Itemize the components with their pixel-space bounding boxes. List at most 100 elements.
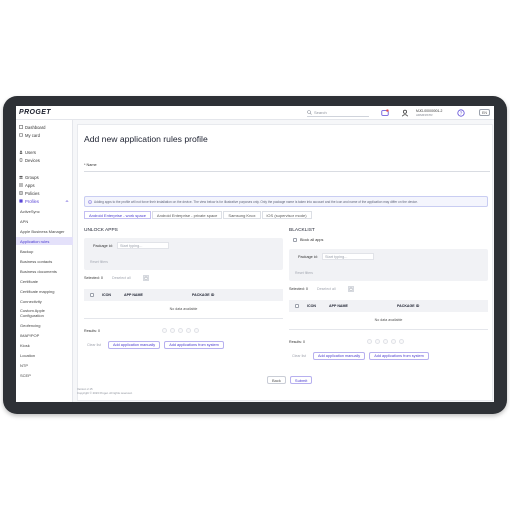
user-role: ADMINISTR <box>416 113 433 117</box>
block-all-apps-row[interactable]: Block all apps <box>293 238 323 242</box>
name-input[interactable] <box>84 171 490 172</box>
help-icon[interactable]: ? <box>457 109 465 117</box>
search-input[interactable]: Search <box>307 109 369 117</box>
blacklist-title: BLACKLIST <box>289 228 315 233</box>
sidebar-subitem-certificate[interactable]: Certificate <box>16 277 73 285</box>
blacklist-table-header: ICON APP NAME PACKAGE ID <box>289 300 488 312</box>
blacklist-col-icon: ICON <box>307 304 316 308</box>
submit-button[interactable]: Submit <box>289 376 313 384</box>
blacklist-selected-count: Selected: 0 <box>289 287 308 291</box>
info-text: Adding apps to the profile will not forc… <box>94 199 418 204</box>
tab-android-private[interactable]: Android Enterprise - private space <box>151 211 223 219</box>
pagination-prev[interactable] <box>375 339 380 344</box>
blacklist-table-divider <box>289 329 488 330</box>
language-select[interactable]: EN <box>479 109 490 116</box>
blacklist-actions: Clear list Add application manually Add … <box>289 352 429 360</box>
sidebar-subitem-kiosk[interactable]: Kiosk <box>16 341 73 349</box>
sidebar-item-label: Policies <box>25 190 40 196</box>
blacklist-select-all-checkbox[interactable] <box>295 304 299 308</box>
unlock-package-id-input[interactable]: Start typing... <box>117 242 169 249</box>
sidebar-subitem-certificate-mapping[interactable]: Certificate mapping <box>16 287 73 295</box>
policies-icon <box>19 191 23 195</box>
sidebar-subitem-application-rules[interactable]: Application rules <box>16 237 73 245</box>
sidebar-subitem-custom-apple-configuration[interactable]: Custom Apple Configuration <box>16 307 56 319</box>
blacklist-package-id-input[interactable]: Start typing... <box>322 253 374 260</box>
notifications-icon[interactable] <box>381 109 389 117</box>
unlock-col-package-id: PACKAGE ID <box>192 293 215 297</box>
unlock-apps-title: UNLOCK APPS <box>84 228 118 233</box>
apps-icon <box>19 183 23 187</box>
sidebar-subitem-business-documents[interactable]: Business documents <box>16 267 73 275</box>
sidebar-item-devices[interactable]: Devices <box>16 156 73 164</box>
block-all-apps-checkbox[interactable] <box>293 238 297 242</box>
devices-icon <box>19 158 23 162</box>
unlock-select-all-checkbox[interactable] <box>90 293 94 297</box>
blacklist-add-manually-button[interactable]: Add application manually <box>312 352 366 360</box>
pagination-page[interactable] <box>178 328 183 333</box>
sidebar-subitem-apple-business-manager[interactable]: Apple Business Manager <box>16 227 73 235</box>
blacklist-clear-list[interactable]: Clear list <box>289 354 309 358</box>
unlock-add-manually-button[interactable]: Add application manually <box>107 341 161 349</box>
blacklist-reset-filters[interactable]: Reset filters <box>295 271 313 275</box>
user-avatar-icon[interactable] <box>401 109 409 117</box>
pagination-first[interactable] <box>162 328 167 333</box>
blacklist-add-from-system-button[interactable]: Add applications from system <box>369 352 429 360</box>
sidebar-item-label: My card <box>25 132 40 138</box>
unlock-clear-list[interactable]: Clear list <box>84 343 104 347</box>
sidebar-item-profiles[interactable]: Profiles <box>16 197 73 205</box>
page-title: Add new application rules profile <box>84 134 208 144</box>
sidebar-item-users[interactable]: Users <box>16 148 73 156</box>
sidebar-subitem-geofencing[interactable]: Geofencing <box>16 321 73 329</box>
blacklist-deselect-all[interactable]: Deselect all <box>317 287 336 291</box>
sidebar-item-label: Dashboard <box>25 124 46 130</box>
sidebar-subitem-location[interactable]: Location <box>16 351 73 359</box>
blacklist-results: Results: 0 <box>289 340 305 344</box>
proget-logo: PROGET <box>19 109 51 116</box>
sidebar-item-dashboard[interactable]: Dashboard <box>16 123 73 131</box>
blacklist-pagination <box>367 339 404 344</box>
sidebar-item-my-card[interactable]: My card <box>16 131 73 139</box>
users-icon <box>19 150 23 154</box>
unlock-deselect-all[interactable]: Deselect all <box>112 276 131 280</box>
blacklist-col-package-id: PACKAGE ID <box>397 304 420 308</box>
unlock-col-icon: ICON <box>102 293 111 297</box>
unlock-table-header: ICON APP NAME PACKAGE ID <box>84 289 283 301</box>
sidebar-item-label: Devices <box>25 157 40 163</box>
info-icon <box>88 200 92 204</box>
trash-icon[interactable] <box>347 286 354 292</box>
unlock-table-divider <box>84 318 283 319</box>
sidebar-item-apps[interactable]: Apps <box>16 181 73 189</box>
tab-samsung-knox[interactable]: Samsung Knox <box>223 211 261 219</box>
tab-ios-supervisor[interactable]: iOS (supervisor mode) <box>261 211 312 219</box>
pagination-next[interactable] <box>391 339 396 344</box>
pagination-last[interactable] <box>399 339 404 344</box>
sidebar-item-label: Groups <box>25 174 39 180</box>
pagination-page[interactable] <box>383 339 388 344</box>
pagination-next[interactable] <box>186 328 191 333</box>
block-all-apps-label: Block all apps <box>300 238 324 242</box>
sidebar-item-policies[interactable]: Policies <box>16 189 73 197</box>
back-button[interactable]: Back <box>267 376 286 384</box>
sidebar-subitem-apn[interactable]: APN <box>16 217 73 225</box>
tab-android-work[interactable]: Android Enterprise - work space <box>84 211 151 219</box>
sidebar-subitem-business-contacts[interactable]: Business contacts <box>16 257 73 265</box>
sidebar-subitem-activesync[interactable]: ActiveSync <box>16 207 73 215</box>
unlock-add-from-system-button[interactable]: Add applications from system <box>164 341 224 349</box>
trash-icon[interactable] <box>142 275 149 281</box>
groups-icon <box>19 175 23 179</box>
unlock-reset-filters[interactable]: Reset filters <box>90 260 108 264</box>
pagination-last[interactable] <box>194 328 199 333</box>
pagination-first[interactable] <box>367 339 372 344</box>
blacklist-filter-panel: Package id: Start typing... Reset filter… <box>289 249 488 281</box>
sidebar-subitem-backup[interactable]: Backup <box>16 247 73 255</box>
sidebar-subitem-ntp[interactable]: NTP <box>16 361 73 369</box>
unlock-selected-count: Selected: 0 <box>84 276 103 280</box>
sidebar-subitem-scep[interactable]: SCEP <box>16 371 73 379</box>
sidebar-subitem-connectivity[interactable]: Connectivity <box>16 297 73 305</box>
sidebar-item-label: Profiles <box>25 198 39 204</box>
sidebar-subitem-imap-pop[interactable]: IMAP/POP <box>16 331 73 339</box>
search-placeholder: Search <box>314 110 327 115</box>
sidebar-item-groups[interactable]: Groups <box>16 173 73 181</box>
pagination-prev[interactable] <box>170 328 175 333</box>
user-info[interactable]: MJG-00000001-2 ADMINISTR <box>416 109 444 118</box>
